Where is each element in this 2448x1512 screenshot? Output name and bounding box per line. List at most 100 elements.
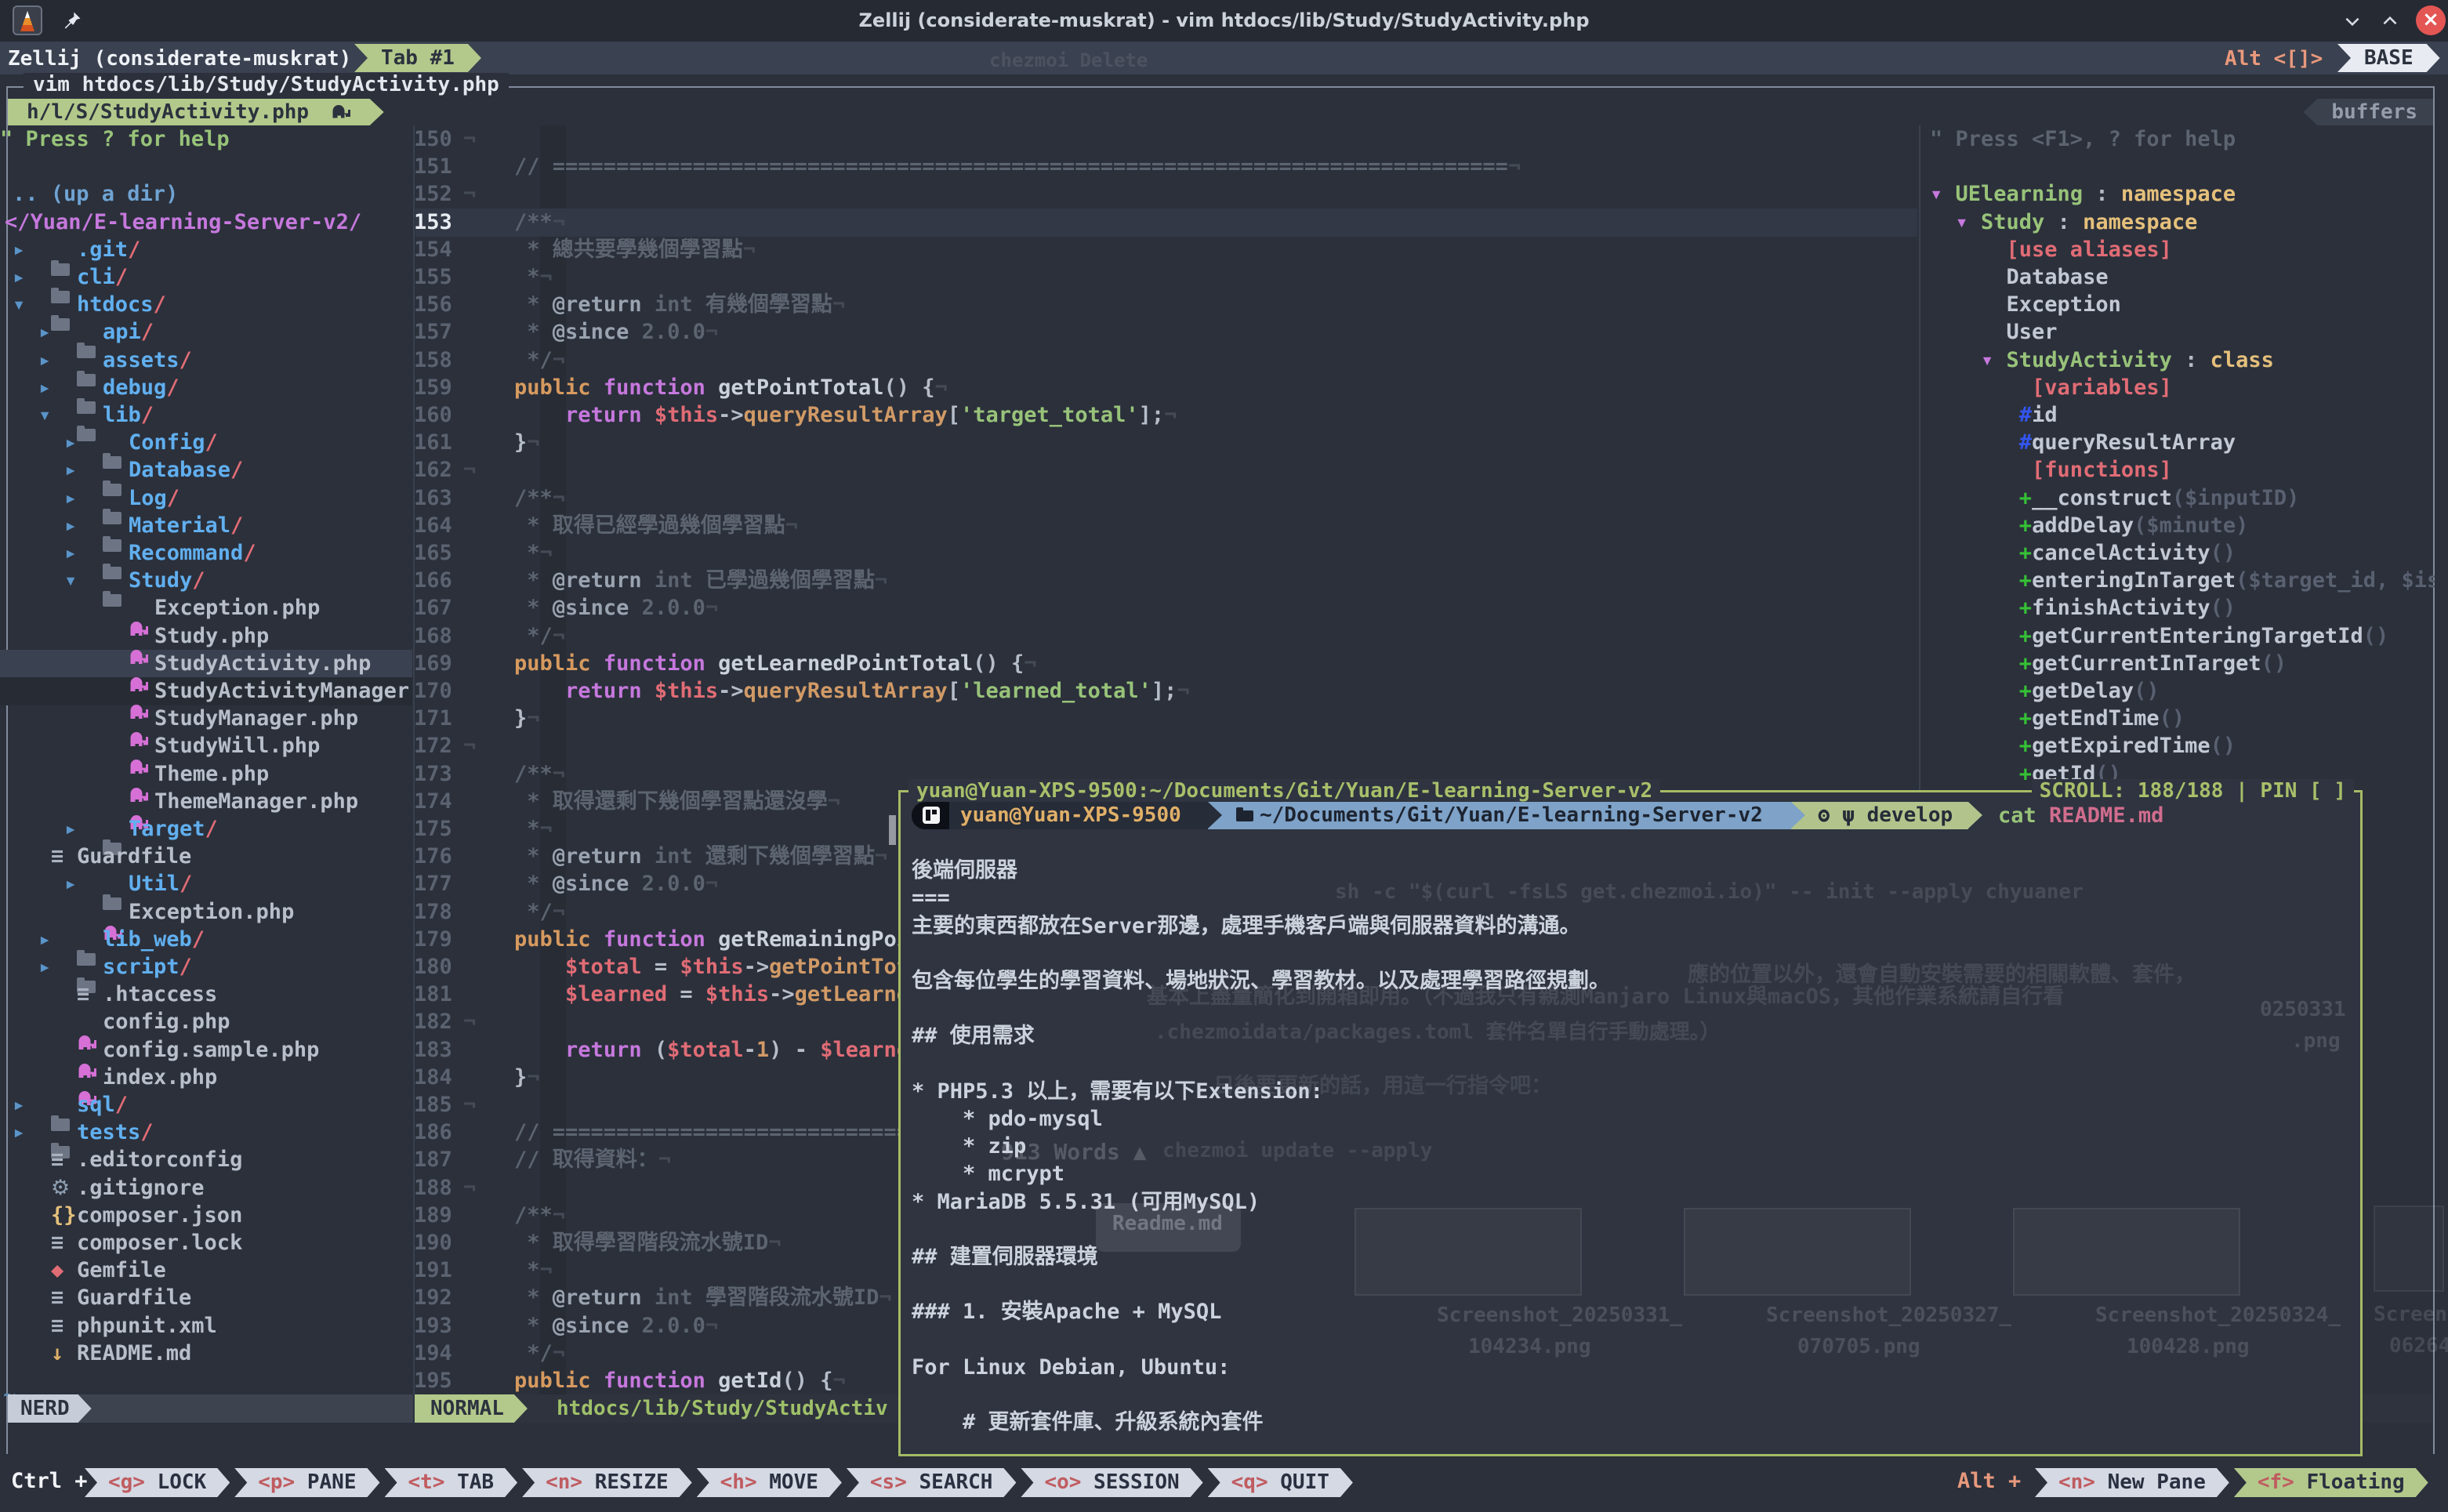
tree-item-assets[interactable]: ▸assets/ [38,346,192,375]
tree-item-phpunit-xml[interactable]: ≡phpunit.xml [13,1312,217,1340]
tree-item-composer-lock[interactable]: ≡composer.lock [13,1229,242,1257]
tagbar-row[interactable]: ▾ Study : namespace [1930,208,2197,237]
keybind-resize[interactable]: <n> RESIZE [522,1468,692,1497]
tagbar-row[interactable]: +__construct($inputID) [1930,484,2299,513]
tree-item-Log[interactable]: ▸Log/ [64,484,180,513]
tree-item-StudyActivity-php[interactable]: StudyActivity.php [90,650,371,678]
tree-item-Database[interactable]: ▸Database/ [64,456,243,484]
code-line-187[interactable]: // 取得資料：¬ [463,1146,671,1174]
tree-item-StudyWill-php[interactable]: StudyWill.php [90,732,320,760]
tree-item-README-md[interactable]: ↓README.md [13,1340,191,1368]
code-line-190[interactable]: * 取得學習階段流水號ID¬ [463,1229,782,1257]
tree-item-api[interactable]: ▸api/ [38,318,154,346]
chevron-down-icon[interactable] [2342,11,2363,31]
tagbar-row[interactable]: +cancelActivity() [1930,539,2236,567]
keybind-session[interactable]: <o> SESSION [1021,1468,1202,1497]
floating-terminal-pane[interactable]: yuan@Yuan-XPS-9500:~/Documents/Git/Yuan/… [898,790,2363,1456]
code-line-167[interactable]: * @since 2.0.0¬ [463,594,718,622]
tree-item-Guardfile[interactable]: ≡Guardfile [13,1284,191,1312]
tree-root-path[interactable]: </Yuan/E-learning-Server-v2/ [5,208,361,237]
tree-item-composer-json[interactable]: {}composer.json [13,1202,242,1230]
code-line-184[interactable]: }¬ [463,1064,540,1092]
keybind-lock[interactable]: <g> LOCK [85,1468,230,1497]
code-line-185[interactable]: ¬ [463,1091,476,1119]
tree-item-Guardfile[interactable]: ≡Guardfile [13,843,191,871]
close-button[interactable]: × [2416,5,2446,35]
scroll-pin-indicator[interactable]: SCROLL: 188/188 | PIN [ ] [2032,779,2354,803]
code-line-195[interactable]: public function getId() {¬ [463,1367,846,1395]
keybind-search[interactable]: <s> SEARCH [847,1468,1017,1497]
code-line-152[interactable]: ¬ [463,180,476,208]
tree-item-index-php[interactable]: index.php [38,1064,217,1092]
tree-up-dir[interactable]: .. (up a dir) [13,180,178,208]
code-line-151[interactable]: // =====================================… [463,153,1521,181]
code-line-154[interactable]: * 總共要學幾個學習點¬ [463,236,756,264]
code-line-164[interactable]: * 取得已經學過幾個學習點¬ [463,512,798,540]
tree-item-config-sample-php[interactable]: config.sample.php [38,1036,319,1064]
tree-item-Config[interactable]: ▸Config/ [64,429,218,457]
code-line-192[interactable]: * @return int 學習階段流水號ID¬ [463,1284,892,1312]
code-line-182[interactable]: ¬ [463,1008,476,1036]
tree-item-Target[interactable]: ▸Target/ [64,815,218,843]
tree-item-Study-php[interactable]: Study.php [90,622,269,651]
tree-item-htdocs[interactable]: ▾htdocs/ [13,291,166,319]
tagbar-row[interactable]: +addDelay($minute) [1930,512,2248,540]
code-line-183[interactable]: return ($total-1) - $learned;¬ [463,1036,948,1064]
code-line-174[interactable]: * 取得還剩下幾個學習點還沒學¬ [463,788,840,816]
code-line-191[interactable]: *¬ [463,1256,553,1285]
code-line-163[interactable]: /**¬ [463,484,565,513]
buffer-tab[interactable]: h/l/S/StudyActivity.php [8,99,384,125]
tree-item-Util[interactable]: ▸Util/ [64,870,192,898]
tagbar-row[interactable]: " Press <F1>, ? for help [1930,125,2236,154]
tree-item-lib-web[interactable]: ▸lib_web/ [38,926,205,954]
keybind-quit[interactable]: <q> QUIT [1208,1468,1353,1497]
tree-item-script[interactable]: ▸script/ [38,953,192,981]
code-line-189[interactable]: /**¬ [463,1202,565,1230]
tree-item-StudyActivityManager[interactable]: StudyActivityManager [90,677,409,705]
tagbar-row[interactable]: +getExpiredTime() [1930,732,2236,760]
tagbar-row[interactable]: ▾ UElearning : namespace [1930,180,2236,208]
code-line-175[interactable]: *¬ [463,815,553,843]
code-line-159[interactable]: public function getPointTotal() {¬ [463,374,948,402]
code-line-188[interactable]: ¬ [463,1174,476,1202]
tree-item--editorconfig[interactable]: ≡.editorconfig [13,1146,242,1174]
code-line-177[interactable]: * @since 2.0.0¬ [463,870,718,898]
tagbar-row[interactable]: +getEndTime() [1930,705,2185,733]
tagbar-row[interactable]: [use aliases] [1930,236,2172,264]
buffers-tab[interactable]: buffers [2303,99,2433,125]
code-line-171[interactable]: }¬ [463,705,540,733]
tagbar-row[interactable]: [variables] [1930,374,2172,402]
tree-item-Exception-php[interactable]: Exception.php [64,898,294,926]
tagbar-row[interactable]: +getCurrentEnteringTargetId() [1930,622,2388,651]
code-line-176[interactable]: * @return int 還剩下幾個學習點¬ [463,843,887,871]
keybind-pane[interactable]: <p> PANE [234,1468,379,1497]
code-line-193[interactable]: * @since 2.0.0¬ [463,1312,718,1340]
tree-item-config-php[interactable]: config.php [38,1008,230,1036]
code-line-156[interactable]: * @return int 有幾個學習點¬ [463,291,845,319]
tagbar-row[interactable]: #queryResultArray [1930,429,2236,457]
tree-item-StudyManager-php[interactable]: StudyManager.php [90,705,358,733]
keybind-move[interactable]: <h> MOVE [697,1468,842,1497]
tagbar-row[interactable]: [functions] [1930,456,2172,484]
tree-item--git[interactable]: ▸.git/ [13,236,140,264]
code-line-157[interactable]: * @since 2.0.0¬ [463,318,718,346]
tree-item-Material[interactable]: ▸Material/ [64,512,243,540]
tree-item-Gemfile[interactable]: ◆Gemfile [13,1256,166,1285]
code-line-194[interactable]: */¬ [463,1340,565,1368]
tree-item-Study[interactable]: ▾Study/ [64,567,205,595]
tree-item-Recommand[interactable]: ▸Recommand/ [64,539,256,567]
tagbar-row[interactable]: +finishActivity() [1930,594,2236,622]
code-line-162[interactable]: ¬ [463,456,476,484]
code-line-168[interactable]: */¬ [463,622,565,651]
code-line-160[interactable]: return $this->queryResultArray['target_t… [463,401,1177,430]
tagbar-row[interactable]: +getDelay() [1930,677,2160,705]
tree-item-tests[interactable]: ▸tests/ [13,1119,154,1147]
code-line-153[interactable]: /**¬ [463,208,565,237]
tagbar-row[interactable]: Database [1930,263,2109,292]
tree-item--gitignore[interactable]: ⚙.gitignore [13,1174,205,1202]
code-line-173[interactable]: /**¬ [463,760,565,789]
tagbar-row[interactable]: +enteringInTarget($target_id, $is [1930,567,2435,595]
code-line-178[interactable]: */¬ [463,898,565,926]
tree-item-sql[interactable]: ▸sql/ [13,1091,128,1119]
chevron-up-icon[interactable] [2380,11,2400,31]
